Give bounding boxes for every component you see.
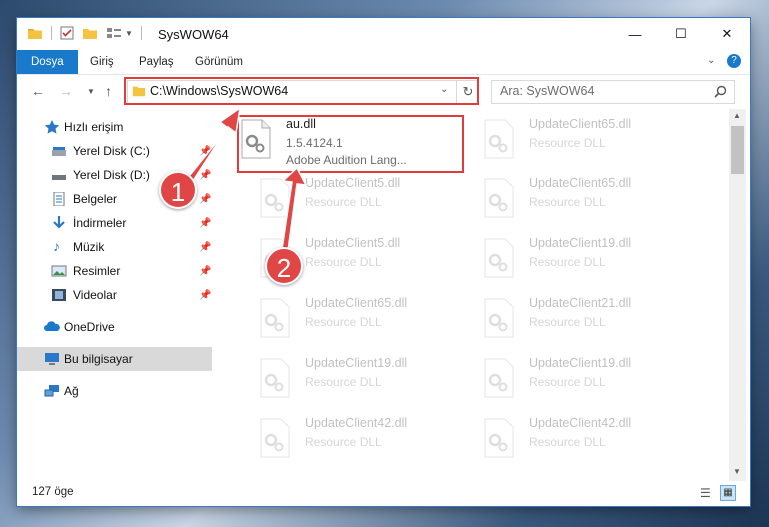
step-badge-2: 2 [265, 247, 303, 285]
annotation-arrows [184, 106, 308, 259]
arrow-2 [280, 166, 308, 259]
arrow-1 [184, 106, 242, 186]
step-badge-1: 1 [159, 171, 197, 209]
